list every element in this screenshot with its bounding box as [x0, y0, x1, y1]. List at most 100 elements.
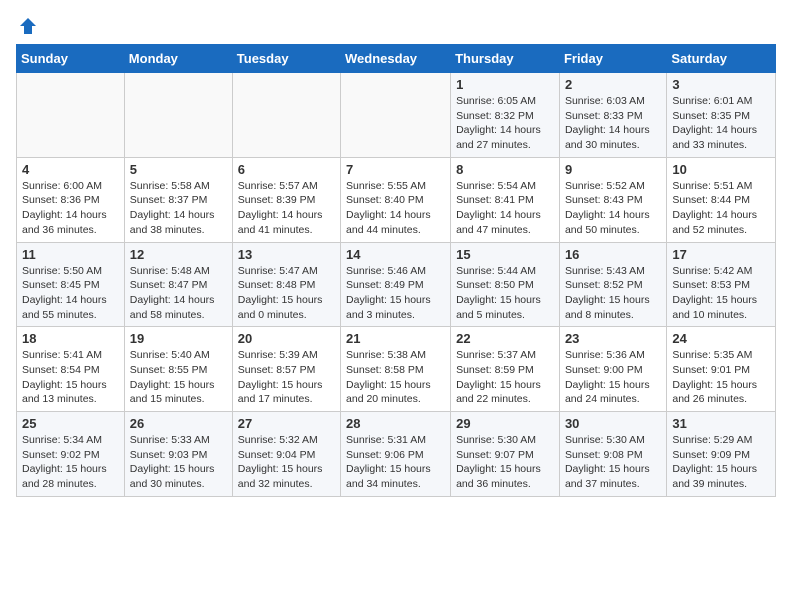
calendar-cell: 18Sunrise: 5:41 AM Sunset: 8:54 PM Dayli…: [17, 327, 125, 412]
day-info: Sunrise: 6:00 AM Sunset: 8:36 PM Dayligh…: [22, 179, 119, 238]
calendar-cell: 8 Sunrise: 5:54 AM Sunset: 8:41 PM Daylig…: [451, 157, 560, 242]
day-number: 12: [130, 247, 227, 262]
day-info: Sunrise: 5:50 AM Sunset: 8:45 PM Dayligh…: [22, 264, 119, 323]
calendar-cell: 12 Sunrise: 5:48 AM Sunset: 8:47 PM Dayli…: [124, 242, 232, 327]
day-number: 17: [672, 247, 770, 262]
day-number: 8: [456, 162, 554, 177]
day-info: Sunrise: 5:29 AM Sunset: 9:09 PM Dayligh…: [672, 433, 770, 492]
day-info: Sunrise: 5:47 AM Sunset: 8:48 PM Dayligh…: [238, 264, 335, 323]
day-number: 16: [565, 247, 661, 262]
calendar-week-row: 1Sunrise: 6:05 AM Sunset: 8:32 PM Daylig…: [17, 73, 776, 158]
day-number: 31: [672, 416, 770, 431]
day-info: Sunrise: 5:30 AM Sunset: 9:08 PM Dayligh…: [565, 433, 661, 492]
day-number: 9: [565, 162, 661, 177]
page-header: [16, 16, 776, 36]
calendar-cell: 15 Sunrise: 5:44 AM Sunset: 8:50 PM Dayli…: [451, 242, 560, 327]
day-number: 2: [565, 77, 661, 92]
day-number: 26: [130, 416, 227, 431]
calendar-cell: 27Sunrise: 5:32 AM Sunset: 9:04 PM Dayli…: [232, 412, 340, 497]
weekday-header-wednesday: Wednesday: [341, 45, 451, 73]
day-number: 27: [238, 416, 335, 431]
calendar-cell: 5 Sunrise: 5:58 AM Sunset: 8:37 PM Daylig…: [124, 157, 232, 242]
day-info: Sunrise: 5:34 AM Sunset: 9:02 PM Dayligh…: [22, 433, 119, 492]
logo: [16, 16, 38, 36]
day-number: 29: [456, 416, 554, 431]
calendar-cell: [341, 73, 451, 158]
calendar-cell: 30 Sunrise: 5:30 AM Sunset: 9:08 PM Dayli…: [559, 412, 666, 497]
calendar-header: SundayMondayTuesdayWednesdayThursdayFrid…: [17, 45, 776, 73]
day-info: Sunrise: 5:44 AM Sunset: 8:50 PM Dayligh…: [456, 264, 554, 323]
day-info: Sunrise: 5:57 AM Sunset: 8:39 PM Dayligh…: [238, 179, 335, 238]
day-info: Sunrise: 5:43 AM Sunset: 8:52 PM Dayligh…: [565, 264, 661, 323]
calendar-cell: [124, 73, 232, 158]
day-info: Sunrise: 5:33 AM Sunset: 9:03 PM Dayligh…: [130, 433, 227, 492]
day-number: 11: [22, 247, 119, 262]
day-number: 25: [22, 416, 119, 431]
day-number: 7: [346, 162, 445, 177]
day-number: 22: [456, 331, 554, 346]
calendar-week-row: 25 Sunrise: 5:34 AM Sunset: 9:02 PM Dayli…: [17, 412, 776, 497]
day-number: 6: [238, 162, 335, 177]
weekday-header-tuesday: Tuesday: [232, 45, 340, 73]
calendar-cell: 26 Sunrise: 5:33 AM Sunset: 9:03 PM Dayli…: [124, 412, 232, 497]
day-number: 20: [238, 331, 335, 346]
calendar-cell: 16 Sunrise: 5:43 AM Sunset: 8:52 PM Dayli…: [559, 242, 666, 327]
day-info: Sunrise: 5:48 AM Sunset: 8:47 PM Dayligh…: [130, 264, 227, 323]
day-number: 24: [672, 331, 770, 346]
calendar-body: 1Sunrise: 6:05 AM Sunset: 8:32 PM Daylig…: [17, 73, 776, 497]
calendar-cell: 20 Sunrise: 5:39 AM Sunset: 8:57 PM Dayli…: [232, 327, 340, 412]
day-info: Sunrise: 5:55 AM Sunset: 8:40 PM Dayligh…: [346, 179, 445, 238]
calendar-table: SundayMondayTuesdayWednesdayThursdayFrid…: [16, 44, 776, 497]
calendar-cell: 17 Sunrise: 5:42 AM Sunset: 8:53 PM Dayli…: [667, 242, 776, 327]
calendar-cell: 4 Sunrise: 6:00 AM Sunset: 8:36 PM Daylig…: [17, 157, 125, 242]
logo-icon: [18, 16, 38, 36]
weekday-header-sunday: Sunday: [17, 45, 125, 73]
weekday-header-monday: Monday: [124, 45, 232, 73]
day-number: 1: [456, 77, 554, 92]
day-number: 23: [565, 331, 661, 346]
day-number: 18: [22, 331, 119, 346]
calendar-cell: 9 Sunrise: 5:52 AM Sunset: 8:43 PM Daylig…: [559, 157, 666, 242]
day-info: Sunrise: 5:37 AM Sunset: 8:59 PM Dayligh…: [456, 348, 554, 407]
weekday-header-thursday: Thursday: [451, 45, 560, 73]
calendar-cell: 24Sunrise: 5:35 AM Sunset: 9:01 PM Dayli…: [667, 327, 776, 412]
day-info: Sunrise: 5:31 AM Sunset: 9:06 PM Dayligh…: [346, 433, 445, 492]
calendar-cell: [232, 73, 340, 158]
day-info: Sunrise: 5:52 AM Sunset: 8:43 PM Dayligh…: [565, 179, 661, 238]
calendar-cell: 19 Sunrise: 5:40 AM Sunset: 8:55 PM Dayli…: [124, 327, 232, 412]
weekday-header-friday: Friday: [559, 45, 666, 73]
day-info: Sunrise: 5:42 AM Sunset: 8:53 PM Dayligh…: [672, 264, 770, 323]
day-number: 30: [565, 416, 661, 431]
day-info: Sunrise: 5:46 AM Sunset: 8:49 PM Dayligh…: [346, 264, 445, 323]
day-info: Sunrise: 5:58 AM Sunset: 8:37 PM Dayligh…: [130, 179, 227, 238]
day-number: 28: [346, 416, 445, 431]
calendar-cell: 29 Sunrise: 5:30 AM Sunset: 9:07 PM Dayli…: [451, 412, 560, 497]
day-number: 15: [456, 247, 554, 262]
day-info: Sunrise: 5:54 AM Sunset: 8:41 PM Dayligh…: [456, 179, 554, 238]
day-info: Sunrise: 5:40 AM Sunset: 8:55 PM Dayligh…: [130, 348, 227, 407]
calendar-cell: 2Sunrise: 6:03 AM Sunset: 8:33 PM Daylig…: [559, 73, 666, 158]
day-number: 10: [672, 162, 770, 177]
calendar-cell: 10 Sunrise: 5:51 AM Sunset: 8:44 PM Dayli…: [667, 157, 776, 242]
calendar-cell: 1Sunrise: 6:05 AM Sunset: 8:32 PM Daylig…: [451, 73, 560, 158]
day-number: 4: [22, 162, 119, 177]
day-number: 13: [238, 247, 335, 262]
weekday-header-saturday: Saturday: [667, 45, 776, 73]
day-number: 19: [130, 331, 227, 346]
calendar-cell: 3Sunrise: 6:01 AM Sunset: 8:35 PM Daylig…: [667, 73, 776, 158]
day-info: Sunrise: 5:51 AM Sunset: 8:44 PM Dayligh…: [672, 179, 770, 238]
day-number: 5: [130, 162, 227, 177]
calendar-week-row: 18Sunrise: 5:41 AM Sunset: 8:54 PM Dayli…: [17, 327, 776, 412]
calendar-cell: 13 Sunrise: 5:47 AM Sunset: 8:48 PM Dayli…: [232, 242, 340, 327]
day-info: Sunrise: 5:38 AM Sunset: 8:58 PM Dayligh…: [346, 348, 445, 407]
calendar-cell: [17, 73, 125, 158]
calendar-cell: 23Sunrise: 5:36 AM Sunset: 9:00 PM Dayli…: [559, 327, 666, 412]
calendar-cell: 25 Sunrise: 5:34 AM Sunset: 9:02 PM Dayli…: [17, 412, 125, 497]
calendar-cell: 28 Sunrise: 5:31 AM Sunset: 9:06 PM Dayli…: [341, 412, 451, 497]
day-info: Sunrise: 6:01 AM Sunset: 8:35 PM Dayligh…: [672, 94, 770, 153]
calendar-cell: 21 Sunrise: 5:38 AM Sunset: 8:58 PM Dayli…: [341, 327, 451, 412]
calendar-cell: 31 Sunrise: 5:29 AM Sunset: 9:09 PM Dayli…: [667, 412, 776, 497]
day-number: 21: [346, 331, 445, 346]
day-info: Sunrise: 5:30 AM Sunset: 9:07 PM Dayligh…: [456, 433, 554, 492]
day-info: Sunrise: 5:39 AM Sunset: 8:57 PM Dayligh…: [238, 348, 335, 407]
